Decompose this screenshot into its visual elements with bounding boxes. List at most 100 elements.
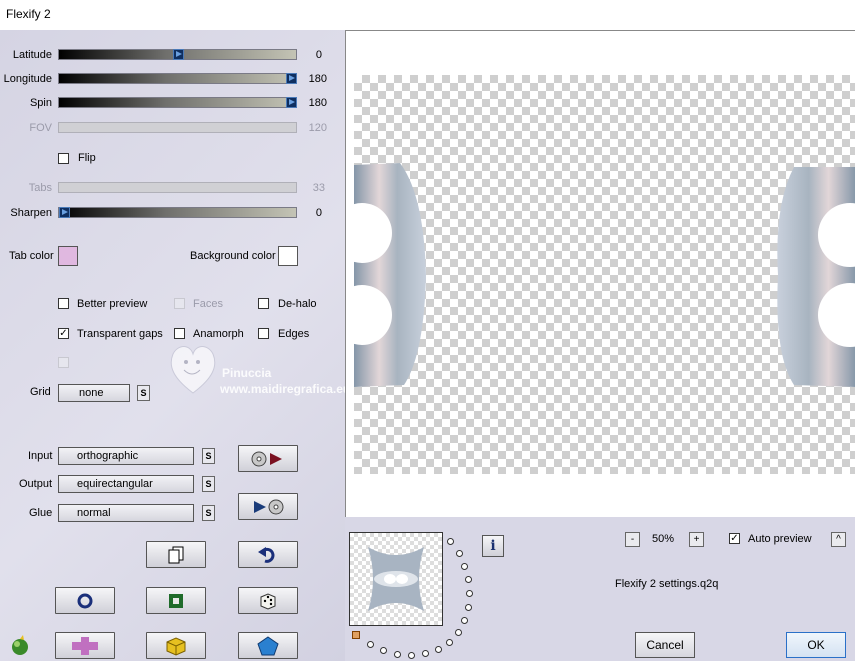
grid-label: Grid: [30, 386, 51, 398]
cancel-button[interactable]: Cancel: [635, 632, 695, 658]
yellow-cube-icon: [166, 636, 186, 656]
zoom-value: 50%: [652, 533, 675, 545]
info-icon: i: [490, 538, 496, 554]
collapse-button[interactable]: ^: [831, 532, 846, 547]
transparent-gaps-checkbox[interactable]: ✓: [58, 328, 69, 339]
flip-label: Flip: [78, 152, 96, 164]
sharpen-value: 0: [315, 207, 322, 219]
tabs-label: Tabs: [28, 182, 52, 194]
input-select[interactable]: orthographic: [58, 447, 194, 465]
preview-image: [354, 163, 855, 387]
fov-value: 120: [308, 122, 327, 134]
sharpen-label: Sharpen: [10, 207, 52, 219]
latitude-thumb[interactable]: [173, 49, 184, 60]
auto-preview-checkbox[interactable]: ✓: [729, 533, 740, 544]
heart-logo-icon: [170, 346, 216, 394]
zoom-in-button[interactable]: +: [689, 532, 704, 547]
glue-s-button[interactable]: S: [202, 505, 215, 521]
spin-label: Spin: [29, 97, 52, 109]
thumbnail-image: [368, 547, 424, 611]
grid-s-button[interactable]: S: [137, 385, 150, 401]
background-color-label: Background color: [190, 250, 276, 262]
fov-label: FOV: [29, 122, 52, 134]
thumbnail-navigator[interactable]: [349, 532, 443, 626]
watermark-name: Pinuccia: [222, 366, 272, 380]
dial-dot[interactable]: [461, 617, 468, 624]
flexify-logo-icon[interactable]: [9, 634, 31, 659]
cube-button[interactable]: [146, 632, 206, 659]
dial-dot[interactable]: [422, 650, 429, 657]
sharpen-slider[interactable]: [58, 207, 297, 218]
dial-dot[interactable]: [447, 538, 454, 545]
undo-arrow-icon: [258, 546, 275, 563]
de-halo-label: De-halo: [278, 298, 317, 310]
ok-button[interactable]: OK: [786, 632, 846, 658]
glue-select[interactable]: normal: [58, 504, 194, 522]
transparent-gaps-label: Transparent gaps: [77, 328, 163, 340]
frame-button[interactable]: [146, 587, 206, 614]
glue-label: Glue: [29, 507, 53, 519]
zoom-out-button[interactable]: -: [625, 532, 640, 547]
dial-handle[interactable]: [352, 631, 360, 639]
watermark-site: www.maidiregrafica.eu: [220, 382, 351, 396]
output-select[interactable]: equirectangular: [58, 475, 194, 493]
better-preview-checkbox[interactable]: [58, 298, 69, 309]
title-bar: Flexify 2: [0, 0, 855, 30]
input-label: Input: [28, 450, 53, 462]
square-frame-icon: [169, 593, 183, 608]
input-s-button[interactable]: S: [202, 448, 215, 464]
grid-select[interactable]: none: [58, 384, 130, 402]
spin-slider[interactable]: [58, 97, 297, 108]
spin-thumb[interactable]: [286, 97, 297, 108]
cross-button[interactable]: [55, 632, 115, 659]
dial-dot[interactable]: [380, 647, 387, 654]
disc-to-arrow-icon: [251, 451, 282, 466]
arrow-to-disc-icon: [254, 499, 284, 514]
copy-button[interactable]: [146, 541, 206, 568]
flip-checkbox[interactable]: [58, 153, 69, 164]
dice-icon: [260, 592, 276, 610]
latitude-slider[interactable]: [58, 49, 297, 60]
sharpen-thumb[interactable]: [59, 207, 70, 218]
fov-slider: [58, 122, 297, 133]
longitude-value: 180: [308, 73, 327, 85]
dial-dot[interactable]: [394, 651, 401, 658]
longitude-thumb[interactable]: [286, 73, 297, 84]
latitude-value: 0: [315, 49, 322, 61]
tab-color-swatch[interactable]: [58, 246, 78, 266]
faces-label: Faces: [193, 298, 223, 310]
tab-color-label: Tab color: [9, 250, 54, 262]
pentagon-button[interactable]: [238, 632, 298, 659]
pentagon-icon: [257, 635, 279, 655]
random-button[interactable]: [238, 587, 298, 614]
load-preset-button[interactable]: [238, 445, 298, 472]
de-halo-checkbox[interactable]: [258, 298, 269, 309]
dial-dot[interactable]: [435, 646, 442, 653]
info-button[interactable]: i: [482, 535, 504, 557]
disabled-option-checkbox: [58, 357, 69, 368]
ring-icon: [77, 593, 93, 608]
sphere-button[interactable]: [55, 587, 115, 614]
dial-dot[interactable]: [466, 590, 473, 597]
tabs-slider: [58, 182, 297, 193]
dial-dot[interactable]: [455, 629, 462, 636]
dial-dot[interactable]: [465, 576, 472, 583]
settings-filename: Flexify 2 settings.q2q: [615, 578, 719, 590]
better-preview-label: Better preview: [77, 298, 148, 310]
window-title: Flexify 2: [6, 7, 51, 21]
dial-dot[interactable]: [456, 550, 463, 557]
dial-dot[interactable]: [408, 652, 415, 659]
dial-dot[interactable]: [465, 604, 472, 611]
dial-dot[interactable]: [367, 641, 374, 648]
undo-button[interactable]: [238, 541, 298, 568]
pages-icon: [168, 546, 184, 563]
save-preset-button[interactable]: [238, 493, 298, 520]
latitude-label: Latitude: [12, 49, 52, 61]
output-label: Output: [19, 478, 53, 490]
longitude-slider[interactable]: [58, 73, 297, 84]
background-color-swatch[interactable]: [278, 246, 298, 266]
preview-panel[interactable]: [345, 30, 855, 517]
output-s-button[interactable]: S: [202, 476, 215, 492]
dial-dot[interactable]: [446, 639, 453, 646]
dial-dot[interactable]: [461, 563, 468, 570]
